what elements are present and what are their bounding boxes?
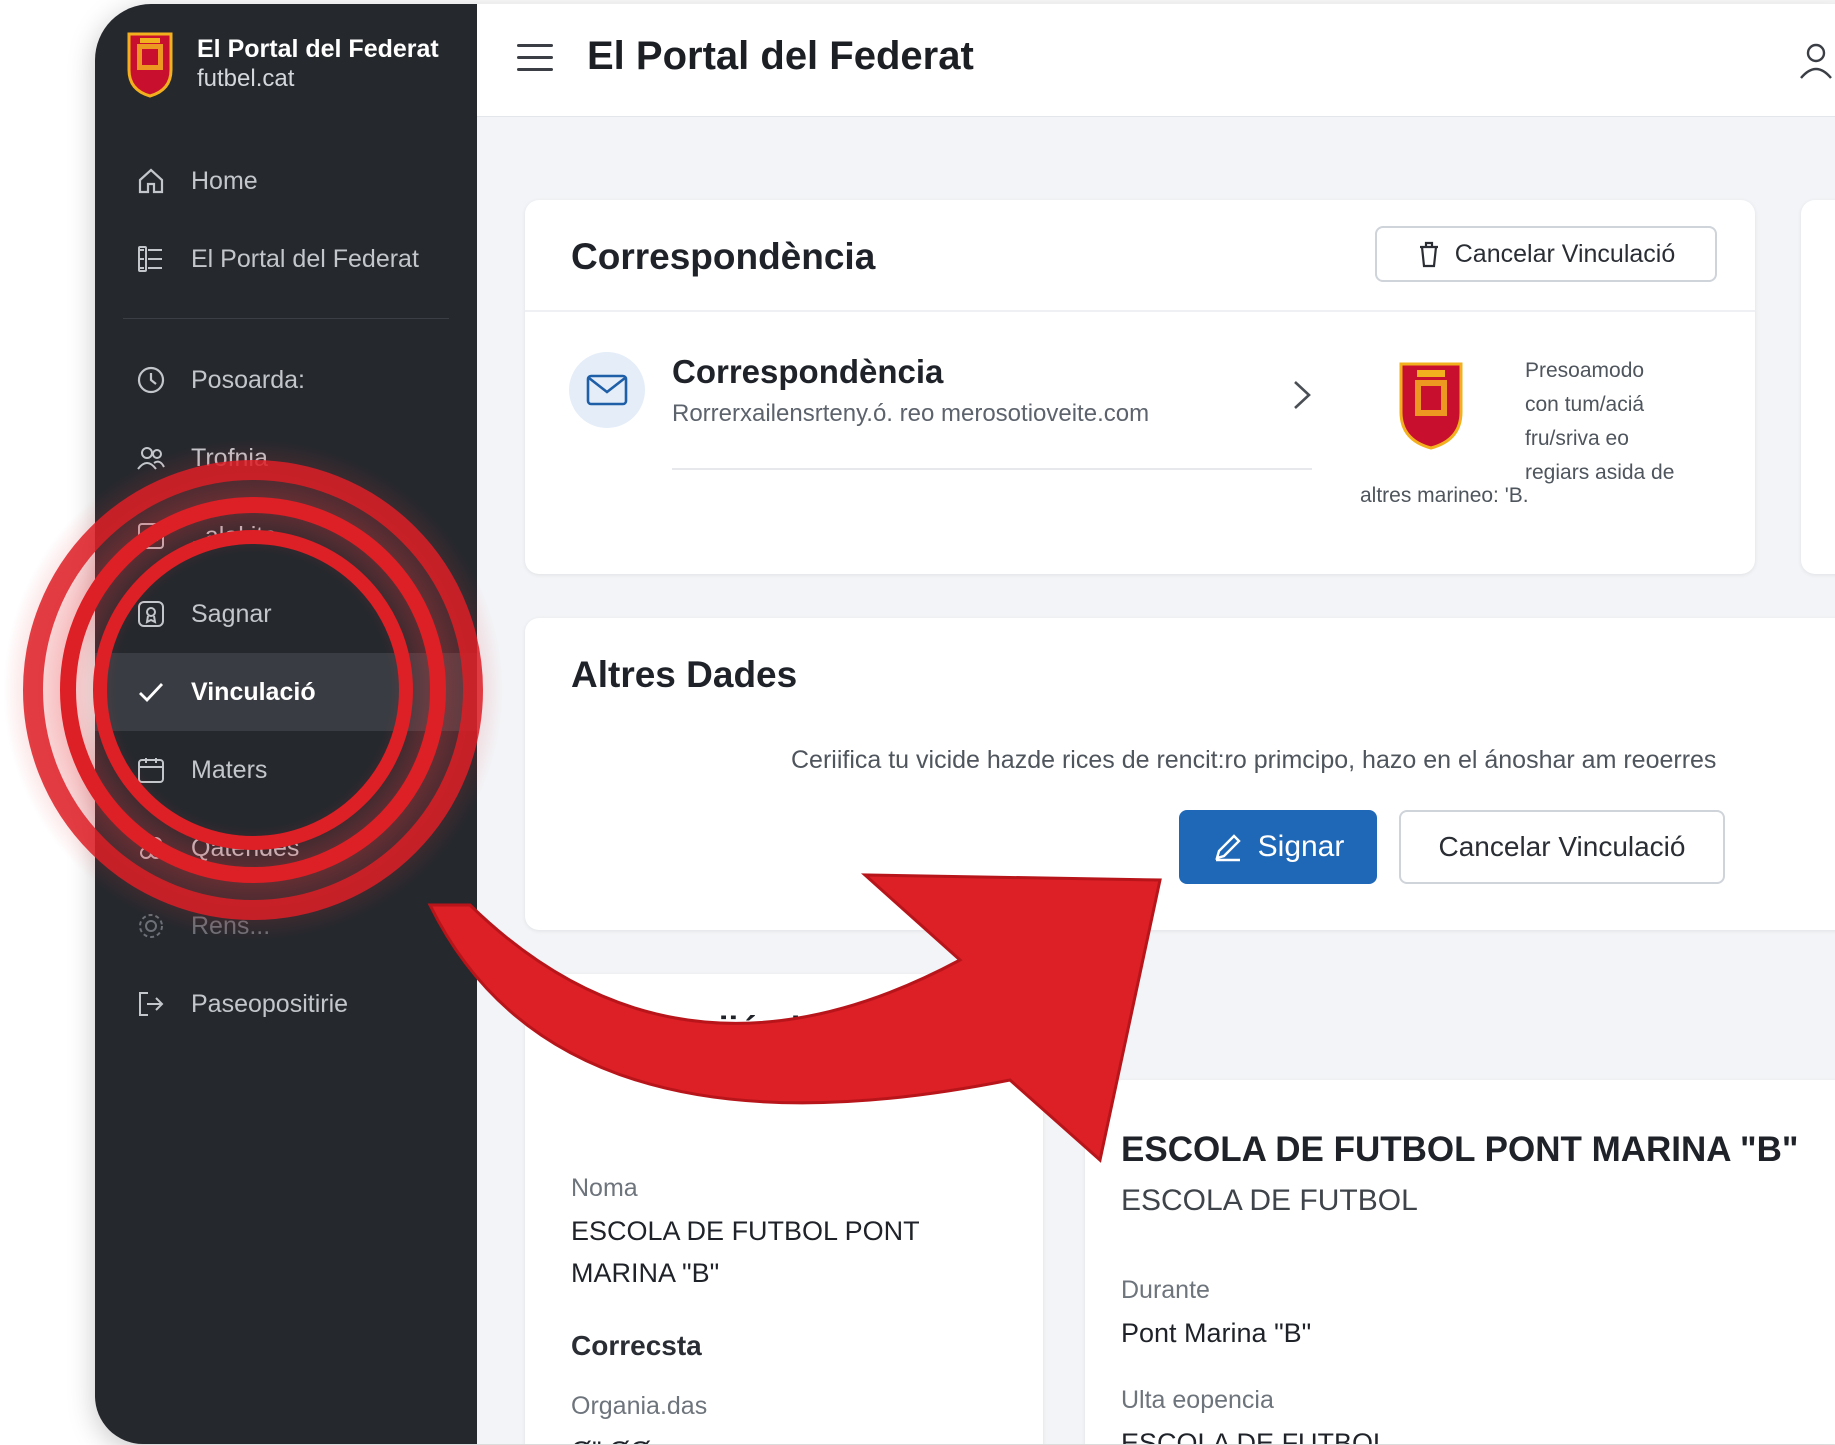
sidebar-item-label: Sagnar	[191, 599, 272, 628]
altres-dades-heading: Altres Dades	[571, 654, 798, 695]
cancel-vinculacio-button-secondary[interactable]: Cancelar Vinculació	[1399, 810, 1725, 884]
divider	[672, 468, 1312, 470]
correcsta-heading: Correcsta	[571, 1330, 702, 1361]
note-line: Presoamodo	[1525, 359, 1645, 382]
hamburger-menu-icon[interactable]	[517, 44, 553, 74]
calendar-icon	[135, 754, 167, 786]
correspondencia-card-header: Correspondència Cancelar Vinculació	[525, 200, 1755, 312]
badge-icon	[135, 598, 167, 630]
correspondencia-card: Correspondència Cancelar Vinculació Corr…	[525, 200, 1755, 574]
sidebar-nav: Home El Portal del Federat Posoarda: Tro	[95, 142, 477, 1043]
note-line: regiars asida de	[1525, 461, 1675, 484]
sidebar-item-maters[interactable]: Maters	[95, 731, 477, 809]
correspondencia-heading: Correspondència	[571, 236, 876, 277]
sidebar: El Portal del Federat futbel.cat Home El…	[95, 4, 477, 1444]
settings-icon	[135, 910, 167, 942]
note-line: fru/sriva eo	[1525, 427, 1629, 450]
sidebar-item-label: El Portal del Federat	[191, 244, 419, 273]
chevron-right-icon[interactable]	[1291, 378, 1313, 412]
sidebar-item-alakita[interactable]: ..alakita	[95, 497, 477, 575]
puzzle-icon	[135, 832, 167, 864]
signar-label: Signar	[1257, 830, 1345, 863]
mail-icon	[569, 352, 645, 428]
correspondencia-note: Presoamodo con tum/aciá fru/sriva eo reg…	[1525, 354, 1725, 490]
check-icon	[135, 676, 167, 708]
sidebar-item-qatendes[interactable]: Qatendes	[95, 809, 477, 887]
sidebar-divider	[123, 318, 449, 319]
app-window: El Portal del Federat futbel.cat Home El…	[95, 4, 1835, 1444]
sidebar-item-trofnia[interactable]: Trofnia	[95, 419, 477, 497]
nom-value: ESCOLA DE FUTBOL PONT MARINA "B"	[571, 1216, 920, 1288]
brand[interactable]: El Portal del Federat futbel.cat	[125, 30, 439, 98]
sidebar-item-label: Paseopositirie	[191, 989, 349, 1018]
sidebar-item-label: Rens...	[191, 911, 271, 940]
sidebar-item-label: Home	[191, 166, 258, 195]
ultima-value: ESCOLA DE FUTBOL	[1121, 1428, 1389, 1444]
note-line: con tum/aciá	[1525, 393, 1645, 416]
logout-icon	[135, 988, 167, 1020]
sidebar-item-label: Trofnia	[191, 443, 268, 472]
pencil-icon	[1214, 834, 1241, 862]
ultima-label: Ulta eopencia	[1121, 1386, 1274, 1414]
page-title: El Portal del Federat	[587, 34, 974, 78]
club-name: ESCOLA DE FUTBOL PONT MARINA "B"	[1121, 1130, 1799, 1169]
home-icon	[135, 165, 167, 197]
chart-icon	[135, 520, 167, 552]
nom-label: Noma	[571, 1174, 638, 1202]
organia-value: Ø" ØØ	[571, 1430, 651, 1444]
sidebar-item-vinculacio[interactable]: Vinculació	[95, 653, 477, 731]
user-profile-icon[interactable]	[1797, 40, 1835, 82]
sidebar-item-label: ..alakita	[191, 521, 278, 550]
cancel-vinculacio-label: Cancelar Vinculació	[1454, 239, 1676, 268]
sidebar-item-label: Maters	[191, 755, 268, 784]
cancel-vinculacio-button[interactable]: Cancelar Vinculació	[1375, 226, 1717, 282]
altres-dades-description: Ceriifica tu vicide hazde rices de renci…	[791, 746, 1717, 774]
sidebar-item-paseopositirie[interactable]: Paseopositirie	[95, 965, 477, 1043]
club-detail-card: ESCOLA DE FUTBOL PONT MARINA "B" ESCOLA …	[1085, 1080, 1835, 1444]
brand-subtitle: futbel.cat	[197, 65, 295, 92]
federation-crest-image	[1399, 362, 1463, 450]
durante-value: Pont Marina "B"	[1121, 1318, 1312, 1348]
correspondencia-email: Rorrerxailensrteny.ó. reo merosotioveite…	[672, 400, 1150, 427]
trash-icon	[1419, 241, 1438, 268]
organia-label: Organia.das	[571, 1392, 708, 1420]
informacio-card: Informaciión infor Noma ESCOLA DE FUTBOL…	[525, 974, 1043, 1444]
informacio-heading: Informaciión infor	[571, 1010, 869, 1049]
correspondencia-item-title[interactable]: Correspondència	[672, 353, 943, 391]
top-bar: El Portal del Federat 1	[477, 4, 1835, 117]
cancel-vinculacio-label: Cancelar Vinculació	[1438, 831, 1686, 862]
sidebar-item-portal[interactable]: El Portal del Federat	[95, 220, 477, 298]
club-type: ESCOLA DE FUTBOL	[1121, 1184, 1418, 1217]
note-line-tail: altres marineo: 'B.	[1360, 484, 1529, 507]
brand-title: El Portal del Federat	[197, 35, 439, 63]
sidebar-item-rens[interactable]: Rens...	[95, 887, 477, 965]
sidebar-item-posoarda[interactable]: Posoarda:	[95, 341, 477, 419]
signar-button[interactable]: Signar	[1179, 810, 1377, 884]
sidebar-item-label: Qatendes	[191, 833, 300, 862]
sidebar-item-label: Posoarda:	[191, 365, 305, 394]
side-card	[1801, 200, 1835, 574]
users-icon	[135, 442, 167, 474]
clock-icon	[135, 364, 167, 396]
list-icon	[135, 243, 167, 275]
federation-crest-logo	[127, 32, 173, 98]
sidebar-item-label: Vinculació	[191, 677, 316, 706]
sidebar-item-sagnar[interactable]: Sagnar	[95, 575, 477, 653]
durante-label: Durante	[1121, 1276, 1210, 1304]
sidebar-item-home[interactable]: Home	[95, 142, 477, 220]
altres-dades-card: Altres Dades Ceriifica tu vicide hazde r…	[525, 618, 1835, 930]
